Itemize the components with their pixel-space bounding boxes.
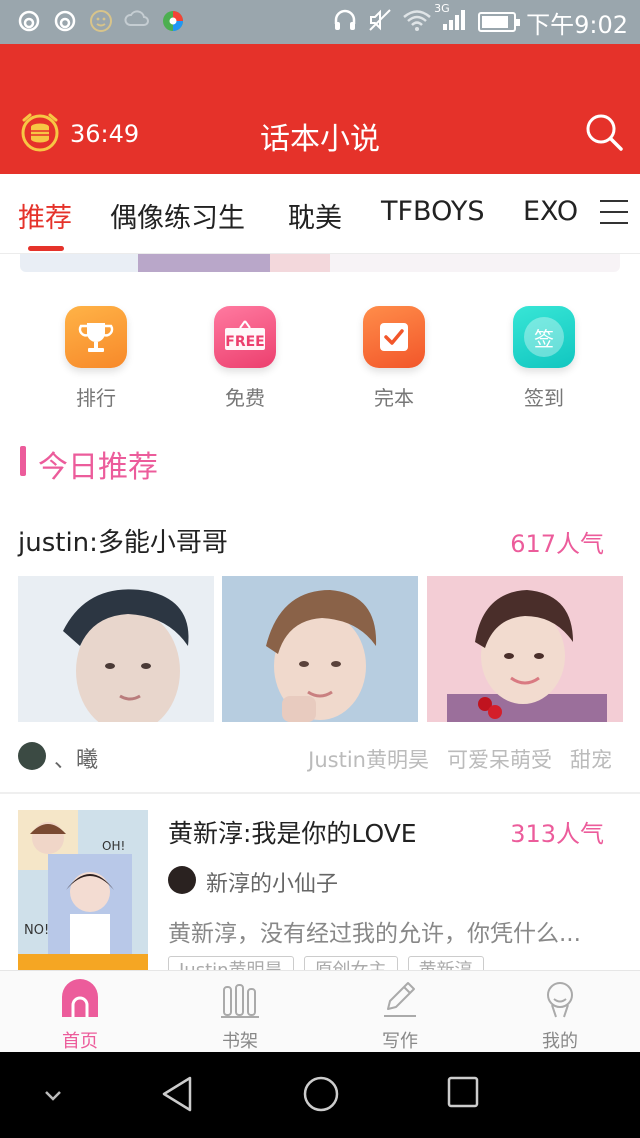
search-icon[interactable] — [584, 112, 624, 156]
tab-idol-trainee[interactable]: 偶像练习生 — [110, 196, 245, 235]
wifi-icon — [402, 8, 432, 36]
quick-entry-label: 排行 — [76, 386, 116, 410]
app-notification-icon — [16, 8, 42, 34]
tab-exo[interactable]: EXO — [523, 196, 578, 227]
home-icon — [58, 977, 102, 1021]
avatar — [18, 742, 46, 770]
bookshelf-icon — [218, 977, 262, 1021]
book-tag[interactable]: 甜宠 — [570, 744, 612, 774]
system-indicators: 3G 下午9:02 — [332, 2, 628, 39]
active-tab-indicator — [28, 246, 64, 251]
profile-icon — [538, 977, 582, 1021]
trophy-icon — [65, 306, 127, 368]
system-navigation-bar — [0, 1052, 640, 1138]
quick-entry-label: 免费 — [225, 386, 265, 410]
book-image — [222, 576, 418, 722]
book-author: 新淳的小仙子 — [206, 872, 339, 897]
book-title: 黄新淳:我是你的LOVE — [168, 819, 417, 848]
app-notification-icon — [52, 8, 78, 34]
quick-entry-completed[interactable]: 完本 — [339, 306, 449, 411]
completed-icon — [363, 306, 425, 368]
book-image — [427, 576, 623, 722]
home-button[interactable] — [301, 1074, 341, 1118]
tab-danmei[interactable]: 耽美 — [288, 196, 342, 235]
smiley-icon — [88, 8, 114, 34]
app-header: 36:49 话本小说 — [0, 44, 640, 174]
network-type: 3G — [434, 2, 450, 15]
section-title: 今日推荐 — [38, 450, 158, 485]
nav-label: 书架 — [222, 1031, 258, 1052]
free-icon: FREE — [214, 306, 276, 368]
book-popularity: 617人气 — [510, 530, 604, 558]
free-badge-text: FREE — [225, 334, 265, 350]
nav-profile[interactable]: 我的 — [510, 977, 610, 1053]
signal-icon: 3G — [434, 2, 468, 36]
checkin-badge-text: 签 — [524, 317, 564, 357]
checkin-icon: 签 — [513, 306, 575, 368]
recents-button[interactable] — [445, 1074, 481, 1114]
book-tags: Justin黄明昊 可爱呆萌受 甜宠 — [308, 744, 612, 774]
clock: 下午9:02 — [526, 10, 628, 39]
quick-entry-free[interactable]: FREE 免费 — [190, 306, 300, 411]
mute-icon — [368, 8, 392, 36]
pencil-icon — [378, 977, 422, 1021]
book-author: 、曦 — [54, 748, 99, 773]
divider — [0, 792, 640, 794]
notification-icons — [16, 8, 186, 34]
book-tag[interactable]: Justin黄明昊 — [308, 744, 429, 774]
nav-write[interactable]: 写作 — [350, 977, 450, 1053]
nav-home[interactable]: 首页 — [30, 977, 130, 1053]
quick-entry-label: 签到 — [524, 386, 564, 410]
browser-icon — [160, 8, 186, 34]
quick-entry-ranking[interactable]: 排行 — [41, 306, 151, 411]
headphones-icon — [332, 8, 358, 36]
status-bar: 3G 下午9:02 — [0, 0, 640, 44]
back-button[interactable] — [160, 1074, 196, 1118]
avatar — [168, 866, 196, 894]
nav-label: 写作 — [382, 1031, 418, 1052]
battery-level — [482, 16, 509, 28]
book-image — [18, 576, 214, 722]
collapse-icon[interactable] — [42, 1088, 64, 1108]
svg-text:OH!: OH! — [102, 839, 125, 853]
nav-label: 我的 — [542, 1031, 578, 1052]
section-accent-bar — [20, 446, 26, 476]
book-tag[interactable]: 可爱呆萌受 — [447, 744, 552, 774]
bottom-navigation: 首页 书架 写作 我的 — [0, 970, 640, 1052]
svg-text:NO!: NO! — [24, 923, 49, 938]
tab-tfboys[interactable]: TFBOYS — [381, 196, 484, 227]
banner-carousel[interactable] — [20, 254, 620, 272]
app-title: 话本小说 — [260, 122, 380, 157]
tab-recommend[interactable]: 推荐 — [18, 196, 72, 235]
category-tabs: 推荐 偶像练习生 耽美 TFBOYS EXO — [0, 174, 640, 254]
quick-entry-checkin[interactable]: 签 签到 — [489, 306, 599, 411]
nav-label: 首页 — [62, 1031, 98, 1052]
weather-icon — [124, 8, 150, 34]
book-description: 黄新淳，没有经过我的允许，你凭什么... — [168, 921, 581, 947]
battery-icon — [478, 12, 521, 32]
book-title: justin:多能小哥哥 — [18, 528, 228, 558]
nav-bookshelf[interactable]: 书架 — [190, 977, 290, 1053]
category-menu-icon[interactable] — [600, 200, 628, 224]
quick-entry-label: 完本 — [374, 386, 414, 410]
book-popularity: 313人气 — [510, 820, 604, 848]
book-cover: OH! NO! — [18, 810, 148, 970]
